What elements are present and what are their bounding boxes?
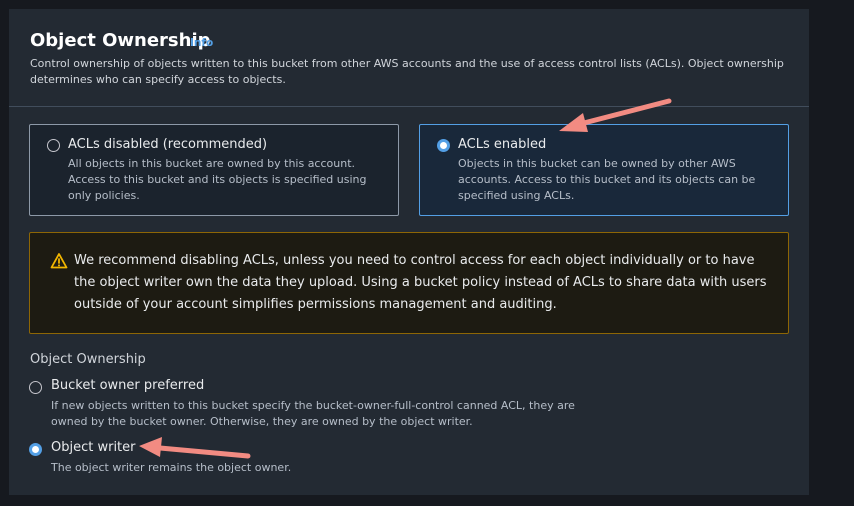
tile-label: ACLs enabled [458,137,547,152]
section-title: Object Ownership [30,30,211,51]
warning-icon [50,253,68,269]
option-label: Bucket owner preferred [51,378,205,393]
tile-acls-disabled[interactable]: ACLs disabled (recommended) All objects … [29,124,399,216]
section-header: Object Ownership Info Control ownership … [9,9,809,107]
object-ownership-label: Object Ownership [30,352,146,367]
acls-enabled-radio[interactable] [437,139,450,152]
tile-description: All objects in this bucket are owned by … [68,157,367,202]
object-ownership-panel: Object Ownership Info Control ownership … [9,9,809,495]
section-description: Control ownership of objects written to … [30,57,784,86]
alert-text: We recommend disabling ACLs, unless you … [74,253,767,312]
option-label: Object writer [51,440,136,455]
acls-disabled-radio[interactable] [47,139,60,152]
tile-label: ACLs disabled (recommended) [68,137,268,152]
bucket-owner-preferred-radio[interactable] [29,381,42,394]
warning-alert: We recommend disabling ACLs, unless you … [29,232,789,334]
option-description: If new objects written to this bucket sp… [51,399,575,428]
tile-description: Objects in this bucket can be owned by o… [458,157,756,202]
option-description: The object writer remains the object own… [51,461,292,474]
object-writer-radio[interactable] [29,443,42,456]
tile-acls-enabled[interactable]: ACLs enabled Objects in this bucket can … [419,124,789,216]
info-link[interactable]: Info [190,37,213,49]
